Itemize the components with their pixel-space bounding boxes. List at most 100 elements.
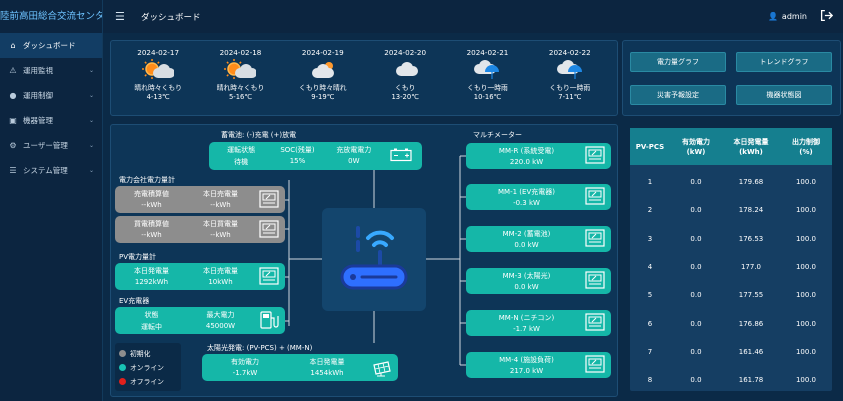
table-cell: 0.0 bbox=[690, 234, 702, 243]
table-cell: 0.0 bbox=[690, 263, 702, 272]
sidebar-item-1[interactable]: ⚠ 運用監視 ⌄ bbox=[0, 58, 102, 83]
ev-title: EV充電器 bbox=[119, 297, 150, 305]
trend-graph-button[interactable]: トレンドグラフ bbox=[736, 52, 832, 72]
buy-total-value: --kWh bbox=[141, 231, 162, 239]
weather-text: 晴れ時々くもり bbox=[216, 84, 265, 92]
sidebar-item-0[interactable]: ⌂ ダッシュボード bbox=[0, 33, 102, 58]
table-cell: 100.0 bbox=[795, 376, 817, 385]
header: ☰ ダッシュボード 👤 admin bbox=[103, 0, 843, 33]
folder-icon: ▣ bbox=[9, 116, 17, 125]
page-title: ダッシュボード bbox=[141, 12, 201, 23]
sell-meter-card[interactable]: 売電積算値 本日売電量 --kWh --kWh bbox=[115, 186, 285, 213]
chevron-down-icon: ⌄ bbox=[88, 117, 94, 124]
pv-today-sell-value: 10kWh bbox=[208, 278, 233, 286]
table-cell: 100.0 bbox=[795, 291, 817, 300]
table-cell: 0.0 bbox=[690, 178, 702, 187]
solar-panel-icon bbox=[370, 357, 392, 379]
sidebar-item-3[interactable]: ▣ 機器管理 ⌄ bbox=[0, 108, 102, 133]
table-row[interactable]: 5 0.0 177.55 100.0 bbox=[630, 281, 832, 309]
legend-label: 初期化 bbox=[130, 350, 151, 358]
ev-status-label: 状態 bbox=[144, 311, 159, 319]
sidebar-item-4[interactable]: ⚙ ユーザー管理 ⌄ bbox=[0, 133, 102, 158]
multimeter-card[interactable]: MM-4 (施設負荷) 217.0 kW bbox=[466, 352, 611, 378]
table-cell: 100.0 bbox=[795, 234, 817, 243]
router-icon bbox=[340, 226, 408, 290]
sidebar-item-label: 運用制御 bbox=[23, 91, 53, 100]
solar-today-label: 本日発電量 bbox=[309, 358, 345, 366]
gateway-device[interactable] bbox=[322, 208, 426, 311]
sidebar-item-5[interactable]: ☰ システム管理 ⌄ bbox=[0, 158, 102, 183]
sidebar-item-label: 運用監視 bbox=[23, 66, 53, 75]
battery-soc-label: SOC(残量) bbox=[280, 146, 315, 154]
sell-today-label: 本日売電量 bbox=[203, 190, 238, 198]
table-row[interactable]: 2 0.0 178.24 100.0 bbox=[630, 196, 832, 224]
sell-today-value: --kWh bbox=[210, 201, 231, 209]
table-row[interactable]: 7 0.0 161.46 100.0 bbox=[630, 338, 832, 366]
table-row[interactable]: 1 0.0 179.68 100.0 bbox=[630, 168, 832, 196]
meter-icon bbox=[259, 266, 279, 287]
weather-date: 2024-02-18 bbox=[219, 48, 262, 57]
table-cell: 3 bbox=[647, 234, 653, 243]
meter-icon bbox=[585, 229, 605, 249]
table-cell: 177.0 bbox=[740, 263, 762, 272]
table-row[interactable]: 6 0.0 176.86 100.0 bbox=[630, 309, 832, 337]
status-dot-icon bbox=[119, 349, 126, 357]
sun-cloud-icon bbox=[117, 59, 199, 81]
buy-meter-card[interactable]: 買電積算値 本日買電量 --kWh --kWh bbox=[115, 216, 285, 243]
sidebar-item-2[interactable]: ● 運用制御 ⌄ bbox=[0, 83, 102, 108]
ev-charger-icon bbox=[259, 310, 279, 332]
table-cell: 2 bbox=[647, 206, 653, 215]
document-icon: ☰ bbox=[9, 166, 17, 175]
multimeter-card[interactable]: MM-2 (蓄電池) 0.0 kW bbox=[466, 226, 611, 252]
multimeter-card[interactable]: MM-R (系統受電) 220.0 kW bbox=[466, 143, 611, 169]
solar-card[interactable]: 有効電力 本日発電量 -1.7kW 1454kWh bbox=[202, 354, 398, 381]
battery-power-value: 0W bbox=[348, 157, 360, 165]
weather-panel: 2024-02-17 晴れ時々くもり 4-13℃ 2024-02-18 晴れ時々くもり 5… bbox=[110, 40, 618, 116]
meter-icon bbox=[585, 355, 605, 375]
multimeter-card[interactable]: MM-1 (EV充電器) -0.3 kW bbox=[466, 184, 611, 210]
ev-status-value: 運転中 bbox=[141, 323, 162, 331]
table-cell: 100.0 bbox=[795, 263, 817, 272]
meter-icon bbox=[585, 313, 605, 333]
logout-icon[interactable] bbox=[820, 9, 834, 25]
gear-icon: ⚙ bbox=[9, 141, 17, 150]
sidebar-item-label: ユーザー管理 bbox=[23, 141, 68, 150]
table-cell: 8 bbox=[647, 376, 653, 385]
multimeter-card[interactable]: MM-3 (太陽光) 0.0 kW bbox=[466, 268, 611, 294]
legend-label: オフライン bbox=[130, 378, 164, 386]
table-cell: 177.55 bbox=[738, 291, 764, 300]
table-cell: 176.86 bbox=[738, 319, 764, 328]
dashboard-icon: ⌂ bbox=[10, 41, 16, 50]
pv-today-gen-label: 本日発電量 bbox=[134, 267, 169, 275]
status-dot-icon bbox=[119, 363, 126, 371]
battery-title: 蓄電池: (-)充電 (+)放電 bbox=[221, 131, 297, 139]
legend-label: オンライン bbox=[130, 364, 164, 372]
meter-icon bbox=[585, 271, 605, 291]
energy-graph-button[interactable]: 電力量グラフ bbox=[630, 52, 726, 72]
user-menu[interactable]: 👤 admin bbox=[768, 12, 807, 21]
battery-power-label: 充放電電力 bbox=[336, 146, 372, 154]
pv-meter-card[interactable]: 本日発電量 本日売電量 1292kWh 10kWh bbox=[115, 263, 285, 290]
disaster-forecast-button[interactable]: 災害予報設定 bbox=[630, 85, 726, 105]
weather-temp: 7-11℃ bbox=[558, 93, 582, 101]
legend-item: 初期化 bbox=[119, 346, 177, 360]
multimeter-card[interactable]: MM-N (ニチコン) -1.7 kW bbox=[466, 310, 611, 336]
battery-soc-value: 15% bbox=[289, 157, 306, 165]
table-row[interactable]: 8 0.0 161.78 100.0 bbox=[630, 366, 832, 394]
sidebar-item-label: 機器管理 bbox=[23, 116, 53, 125]
table-cell: 161.78 bbox=[738, 376, 764, 385]
ev-card[interactable]: 状態 最大電力 運転中 45000W bbox=[115, 307, 285, 334]
device-status-button[interactable]: 機器状態図 bbox=[736, 85, 832, 105]
status-dot-icon bbox=[119, 377, 126, 385]
battery-card[interactable]: 運転状態 SOC(残量) 充放電電力 待機 15% 0W bbox=[209, 142, 422, 170]
buy-total-label: 買電積算値 bbox=[134, 220, 169, 228]
weather-day: 2024-02-21 くもり一時雨 10-16℃ bbox=[446, 48, 528, 115]
legend-item: オンライン bbox=[119, 360, 177, 374]
chevron-down-icon: ⌄ bbox=[88, 92, 94, 99]
meter-icon bbox=[259, 189, 279, 210]
weather-date: 2024-02-21 bbox=[466, 48, 509, 57]
table-row[interactable]: 3 0.0 176.53 100.0 bbox=[630, 225, 832, 253]
table-cell: 100.0 bbox=[795, 206, 817, 215]
table-row[interactable]: 4 0.0 177.0 100.0 bbox=[630, 253, 832, 281]
menu-toggle-icon[interactable]: ☰ bbox=[115, 10, 127, 23]
